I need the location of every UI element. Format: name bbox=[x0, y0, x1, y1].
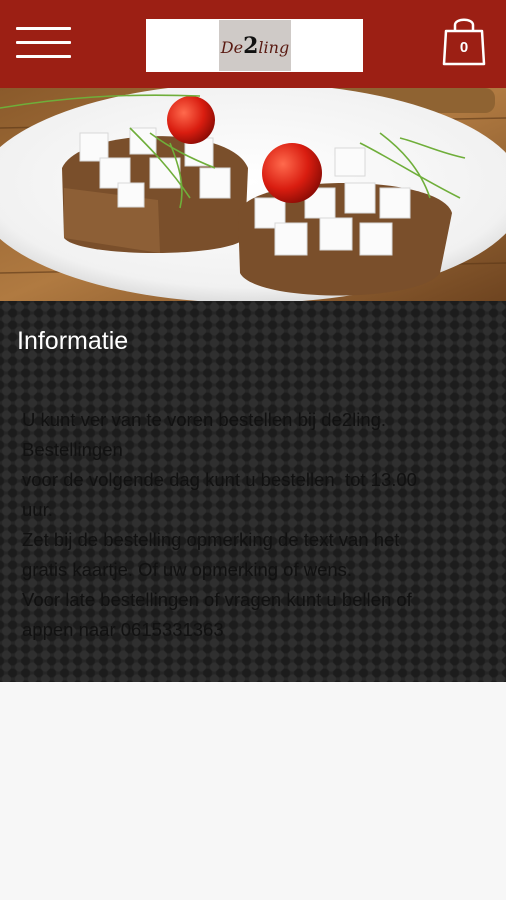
logo-badge: De2ling bbox=[219, 20, 291, 71]
info-line: Voor late bestellingen of vragen kunt u … bbox=[22, 589, 412, 610]
info-line: appen naar 0615331363 bbox=[22, 619, 224, 640]
info-line: U kunt ver van te voren bestellen bij de… bbox=[22, 409, 387, 430]
menu-line bbox=[16, 55, 71, 58]
logo-wordmark: De2ling bbox=[220, 32, 290, 59]
logo[interactable]: De2ling bbox=[146, 19, 363, 72]
info-body: U kunt ver van te voren bestellen bij de… bbox=[22, 405, 472, 645]
cart-button[interactable]: 0 bbox=[441, 14, 487, 66]
cart-count: 0 bbox=[459, 39, 469, 56]
app-header: De2ling 0 bbox=[0, 0, 506, 88]
info-line: Bestellingen bbox=[22, 439, 123, 460]
hero-image bbox=[0, 88, 506, 301]
info-line: gratis kaartje. Of uw opmerking of wens. bbox=[22, 559, 353, 580]
hamburger-menu-icon[interactable] bbox=[16, 27, 72, 61]
info-line: uur. bbox=[22, 499, 53, 520]
menu-line bbox=[16, 41, 71, 44]
menu-line bbox=[16, 27, 71, 30]
info-line: Zet bij de bestelling opmerking de text … bbox=[22, 529, 400, 550]
info-section: Informatie U kunt ver van te voren beste… bbox=[0, 301, 506, 682]
info-title: Informatie bbox=[17, 327, 129, 355]
info-line: voor de volgende dag kunt u bestellen to… bbox=[22, 469, 417, 490]
